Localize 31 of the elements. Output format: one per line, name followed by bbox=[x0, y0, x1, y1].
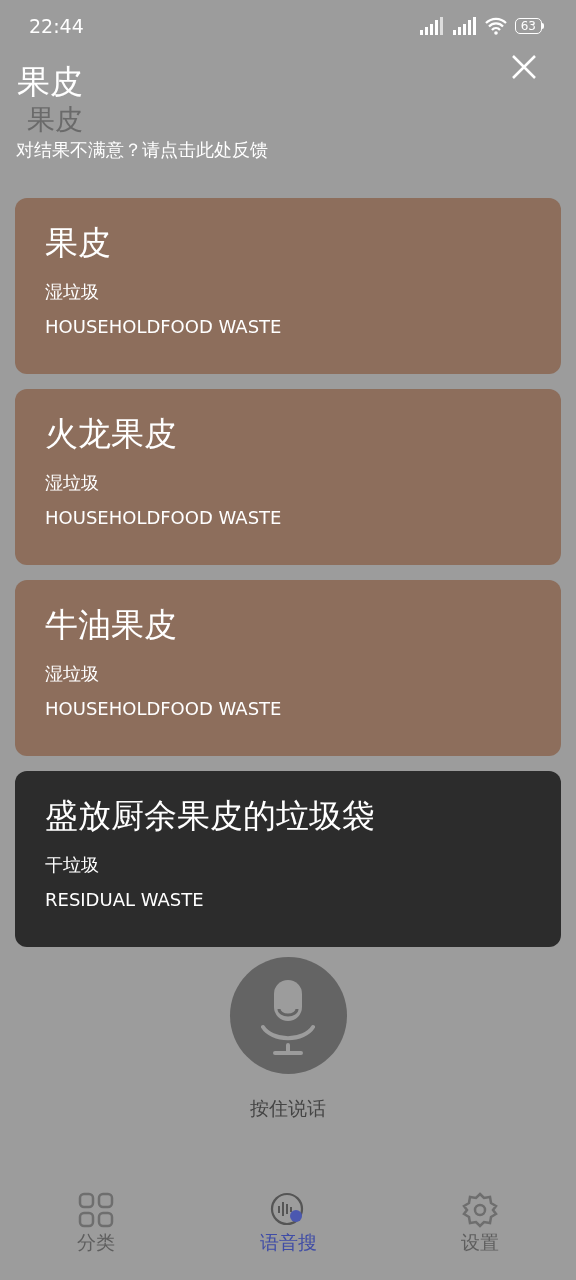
item-name: 盛放厨余果皮的垃圾袋 bbox=[45, 795, 376, 837]
category-label: 湿垃圾 bbox=[45, 471, 100, 495]
nav-tab[interactable]: 设置 bbox=[461, 1192, 499, 1254]
status-time: 22:44 bbox=[29, 13, 84, 39]
category-label: 干垃圾 bbox=[45, 853, 100, 877]
settings-icon bbox=[462, 1192, 498, 1228]
item-name: 火龙果皮 bbox=[45, 413, 178, 455]
category-english: HOUSEHOLDFOOD WASTE bbox=[45, 315, 283, 339]
nav-tab[interactable]: 分类 bbox=[77, 1192, 115, 1254]
result-card[interactable]: 果皮 湿垃圾 HOUSEHOLDFOOD WASTE bbox=[15, 198, 561, 374]
nav-tab[interactable]: 语音搜 bbox=[259, 1192, 317, 1254]
signal-icon bbox=[417, 16, 444, 36]
result-card[interactable]: 火龙果皮 湿垃圾 HOUSEHOLDFOOD WASTE bbox=[15, 389, 561, 565]
voice-search-icon bbox=[270, 1192, 306, 1228]
page-title: 果皮 bbox=[17, 62, 83, 102]
result-card[interactable]: 盛放厨余果皮的垃圾袋 干垃圾 RESIDUAL WASTE bbox=[15, 771, 561, 947]
category-english: HOUSEHOLDFOOD WASTE bbox=[45, 697, 283, 721]
hold-to-talk-label: 按住说话 bbox=[250, 1096, 326, 1121]
wifi-icon bbox=[483, 17, 508, 35]
category-label: 湿垃圾 bbox=[45, 280, 100, 304]
item-name: 牛油果皮 bbox=[45, 604, 178, 646]
result-card[interactable]: 牛油果皮 湿垃圾 HOUSEHOLDFOOD WASTE bbox=[15, 580, 561, 756]
signal-icon bbox=[450, 16, 477, 36]
close-icon[interactable] bbox=[511, 54, 537, 80]
category-label: 湿垃圾 bbox=[45, 662, 100, 686]
item-name: 果皮 bbox=[45, 222, 112, 264]
grid-icon bbox=[78, 1192, 114, 1228]
feedback-link[interactable]: 对结果不满意？请点击此处反馈 bbox=[16, 138, 268, 162]
category-english: RESIDUAL WASTE bbox=[45, 888, 205, 912]
battery-icon: 63 bbox=[514, 18, 544, 34]
category-english: HOUSEHOLDFOOD WASTE bbox=[45, 506, 283, 530]
